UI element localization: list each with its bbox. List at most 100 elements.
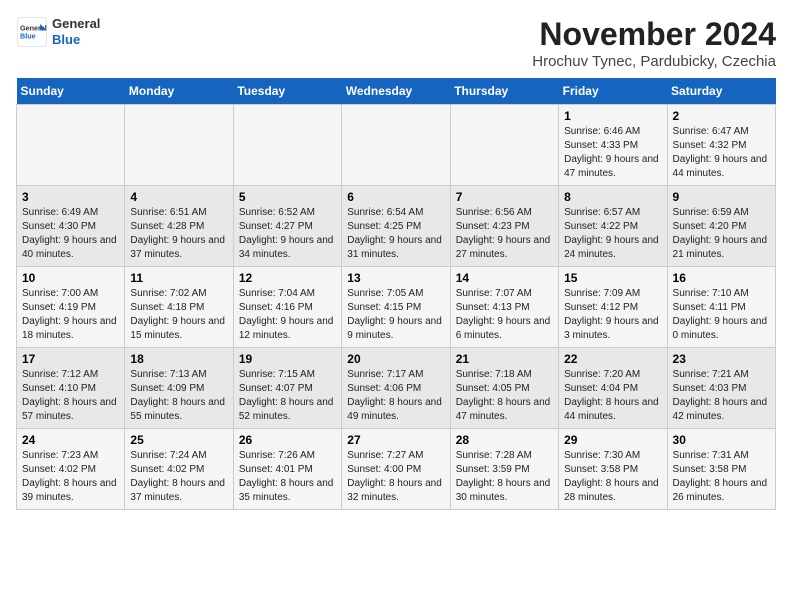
calendar-cell: [233, 105, 341, 186]
day-info: Sunrise: 7:05 AM Sunset: 4:15 PM Dayligh…: [347, 287, 444, 343]
day-number: 19: [239, 352, 336, 366]
day-number: 2: [673, 109, 770, 123]
calendar-cell: [342, 105, 450, 186]
day-info: Sunrise: 7:27 AM Sunset: 4:00 PM Dayligh…: [347, 449, 444, 505]
week-row-4: 17 Sunrise: 7:12 AM Sunset: 4:10 PM Dayli…: [17, 348, 776, 429]
calendar-cell: [17, 105, 125, 186]
day-info: Sunrise: 7:31 AM Sunset: 3:58 PM Dayligh…: [673, 449, 770, 505]
day-info: Sunrise: 6:46 AM Sunset: 4:33 PM Dayligh…: [564, 125, 661, 181]
day-info: Sunrise: 7:18 AM Sunset: 4:05 PM Dayligh…: [456, 368, 553, 424]
weekday-wednesday: Wednesday: [342, 78, 450, 105]
calendar-subtitle: Hrochuv Tynec, Pardubicky, Czechia: [532, 53, 776, 70]
day-number: 4: [130, 190, 227, 204]
day-number: 9: [673, 190, 770, 204]
day-number: 23: [673, 352, 770, 366]
day-info: Sunrise: 7:26 AM Sunset: 4:01 PM Dayligh…: [239, 449, 336, 505]
calendar-cell: [125, 105, 233, 186]
day-info: Sunrise: 7:10 AM Sunset: 4:11 PM Dayligh…: [673, 287, 770, 343]
calendar-cell: 28Sunrise: 7:28 AM Sunset: 3:59 PM Dayli…: [450, 429, 558, 510]
calendar-cell: 8 Sunrise: 6:57 AM Sunset: 4:22 PM Daylig…: [559, 186, 667, 267]
day-number: 11: [130, 271, 227, 285]
calendar-cell: 14 Sunrise: 7:07 AM Sunset: 4:13 PM Dayli…: [450, 267, 558, 348]
calendar-cell: 18 Sunrise: 7:13 AM Sunset: 4:09 PM Dayli…: [125, 348, 233, 429]
calendar-cell: 5 Sunrise: 6:52 AM Sunset: 4:27 PM Daylig…: [233, 186, 341, 267]
day-number: 13: [347, 271, 444, 285]
logo-icon: General Blue: [16, 16, 48, 48]
day-info: Sunrise: 6:56 AM Sunset: 4:23 PM Dayligh…: [456, 206, 553, 262]
weekday-monday: Monday: [125, 78, 233, 105]
calendar-cell: 26 Sunrise: 7:26 AM Sunset: 4:01 PM Dayli…: [233, 429, 341, 510]
day-number: 1: [564, 109, 661, 123]
day-number: 25: [130, 433, 227, 447]
day-number: 24: [22, 433, 119, 447]
calendar-cell: 27 Sunrise: 7:27 AM Sunset: 4:00 PM Dayli…: [342, 429, 450, 510]
day-number: 22: [564, 352, 661, 366]
calendar-cell: 13 Sunrise: 7:05 AM Sunset: 4:15 PM Dayli…: [342, 267, 450, 348]
day-number: 8: [564, 190, 661, 204]
day-info: Sunrise: 7:20 AM Sunset: 4:04 PM Dayligh…: [564, 368, 661, 424]
day-info: Sunrise: 7:13 AM Sunset: 4:09 PM Dayligh…: [130, 368, 227, 424]
title-area: November 2024 Hrochuv Tynec, Pardubicky,…: [532, 16, 776, 70]
calendar-cell: 21 Sunrise: 7:18 AM Sunset: 4:05 PM Dayli…: [450, 348, 558, 429]
calendar-cell: 2 Sunrise: 6:47 AM Sunset: 4:32 PM Daylig…: [667, 105, 775, 186]
logo-general: General: [52, 16, 100, 32]
calendar-cell: 22 Sunrise: 7:20 AM Sunset: 4:04 PM Dayli…: [559, 348, 667, 429]
calendar-cell: 9 Sunrise: 6:59 AM Sunset: 4:20 PM Daylig…: [667, 186, 775, 267]
day-number: 18: [130, 352, 227, 366]
calendar-cell: 29Sunrise: 7:30 AM Sunset: 3:58 PM Dayli…: [559, 429, 667, 510]
day-number: 30: [673, 433, 770, 447]
day-info: Sunrise: 6:57 AM Sunset: 4:22 PM Dayligh…: [564, 206, 661, 262]
week-row-5: 24 Sunrise: 7:23 AM Sunset: 4:02 PM Dayli…: [17, 429, 776, 510]
day-number: 26: [239, 433, 336, 447]
day-info: Sunrise: 7:12 AM Sunset: 4:10 PM Dayligh…: [22, 368, 119, 424]
weekday-saturday: Saturday: [667, 78, 775, 105]
weekday-sunday: Sunday: [17, 78, 125, 105]
calendar-cell: 17 Sunrise: 7:12 AM Sunset: 4:10 PM Dayli…: [17, 348, 125, 429]
calendar-cell: 3Sunrise: 6:49 AM Sunset: 4:30 PM Daylig…: [17, 186, 125, 267]
calendar-cell: 23 Sunrise: 7:21 AM Sunset: 4:03 PM Dayli…: [667, 348, 775, 429]
calendar-title: November 2024: [532, 16, 776, 53]
weekday-header-row: SundayMondayTuesdayWednesdayThursdayFrid…: [17, 78, 776, 105]
day-number: 21: [456, 352, 553, 366]
calendar-cell: 24 Sunrise: 7:23 AM Sunset: 4:02 PM Dayli…: [17, 429, 125, 510]
calendar-cell: 6Sunrise: 6:54 AM Sunset: 4:25 PM Daylig…: [342, 186, 450, 267]
calendar-cell: 11Sunrise: 7:02 AM Sunset: 4:18 PM Dayli…: [125, 267, 233, 348]
calendar-cell: 15 Sunrise: 7:09 AM Sunset: 4:12 PM Dayli…: [559, 267, 667, 348]
header: General Blue General Blue November 2024 …: [16, 16, 776, 70]
weekday-friday: Friday: [559, 78, 667, 105]
calendar-cell: 12Sunrise: 7:04 AM Sunset: 4:16 PM Dayli…: [233, 267, 341, 348]
day-info: Sunrise: 6:52 AM Sunset: 4:27 PM Dayligh…: [239, 206, 336, 262]
day-info: Sunrise: 7:23 AM Sunset: 4:02 PM Dayligh…: [22, 449, 119, 505]
calendar-cell: 20 Sunrise: 7:17 AM Sunset: 4:06 PM Dayli…: [342, 348, 450, 429]
day-number: 5: [239, 190, 336, 204]
day-number: 15: [564, 271, 661, 285]
calendar-cell: 30 Sunrise: 7:31 AM Sunset: 3:58 PM Dayli…: [667, 429, 775, 510]
day-info: Sunrise: 6:59 AM Sunset: 4:20 PM Dayligh…: [673, 206, 770, 262]
day-info: Sunrise: 6:54 AM Sunset: 4:25 PM Dayligh…: [347, 206, 444, 262]
day-info: Sunrise: 7:28 AM Sunset: 3:59 PM Dayligh…: [456, 449, 553, 505]
day-number: 16: [673, 271, 770, 285]
svg-text:Blue: Blue: [20, 31, 36, 40]
day-info: Sunrise: 7:15 AM Sunset: 4:07 PM Dayligh…: [239, 368, 336, 424]
day-number: 14: [456, 271, 553, 285]
week-row-1: 1 Sunrise: 6:46 AM Sunset: 4:33 PM Daylig…: [17, 105, 776, 186]
day-info: Sunrise: 7:24 AM Sunset: 4:02 PM Dayligh…: [130, 449, 227, 505]
day-info: Sunrise: 6:47 AM Sunset: 4:32 PM Dayligh…: [673, 125, 770, 181]
calendar-cell: 7Sunrise: 6:56 AM Sunset: 4:23 PM Daylig…: [450, 186, 558, 267]
calendar-cell: 16 Sunrise: 7:10 AM Sunset: 4:11 PM Dayli…: [667, 267, 775, 348]
weekday-tuesday: Tuesday: [233, 78, 341, 105]
day-number: 10: [22, 271, 119, 285]
day-number: 20: [347, 352, 444, 366]
day-info: Sunrise: 7:21 AM Sunset: 4:03 PM Dayligh…: [673, 368, 770, 424]
day-info: Sunrise: 6:51 AM Sunset: 4:28 PM Dayligh…: [130, 206, 227, 262]
logo-blue: Blue: [52, 32, 100, 48]
day-info: Sunrise: 7:07 AM Sunset: 4:13 PM Dayligh…: [456, 287, 553, 343]
calendar-header: SundayMondayTuesdayWednesdayThursdayFrid…: [17, 78, 776, 105]
day-number: 27: [347, 433, 444, 447]
day-number: 17: [22, 352, 119, 366]
weekday-thursday: Thursday: [450, 78, 558, 105]
day-info: Sunrise: 7:17 AM Sunset: 4:06 PM Dayligh…: [347, 368, 444, 424]
calendar-cell: [450, 105, 558, 186]
day-info: Sunrise: 7:09 AM Sunset: 4:12 PM Dayligh…: [564, 287, 661, 343]
calendar-cell: 1 Sunrise: 6:46 AM Sunset: 4:33 PM Daylig…: [559, 105, 667, 186]
